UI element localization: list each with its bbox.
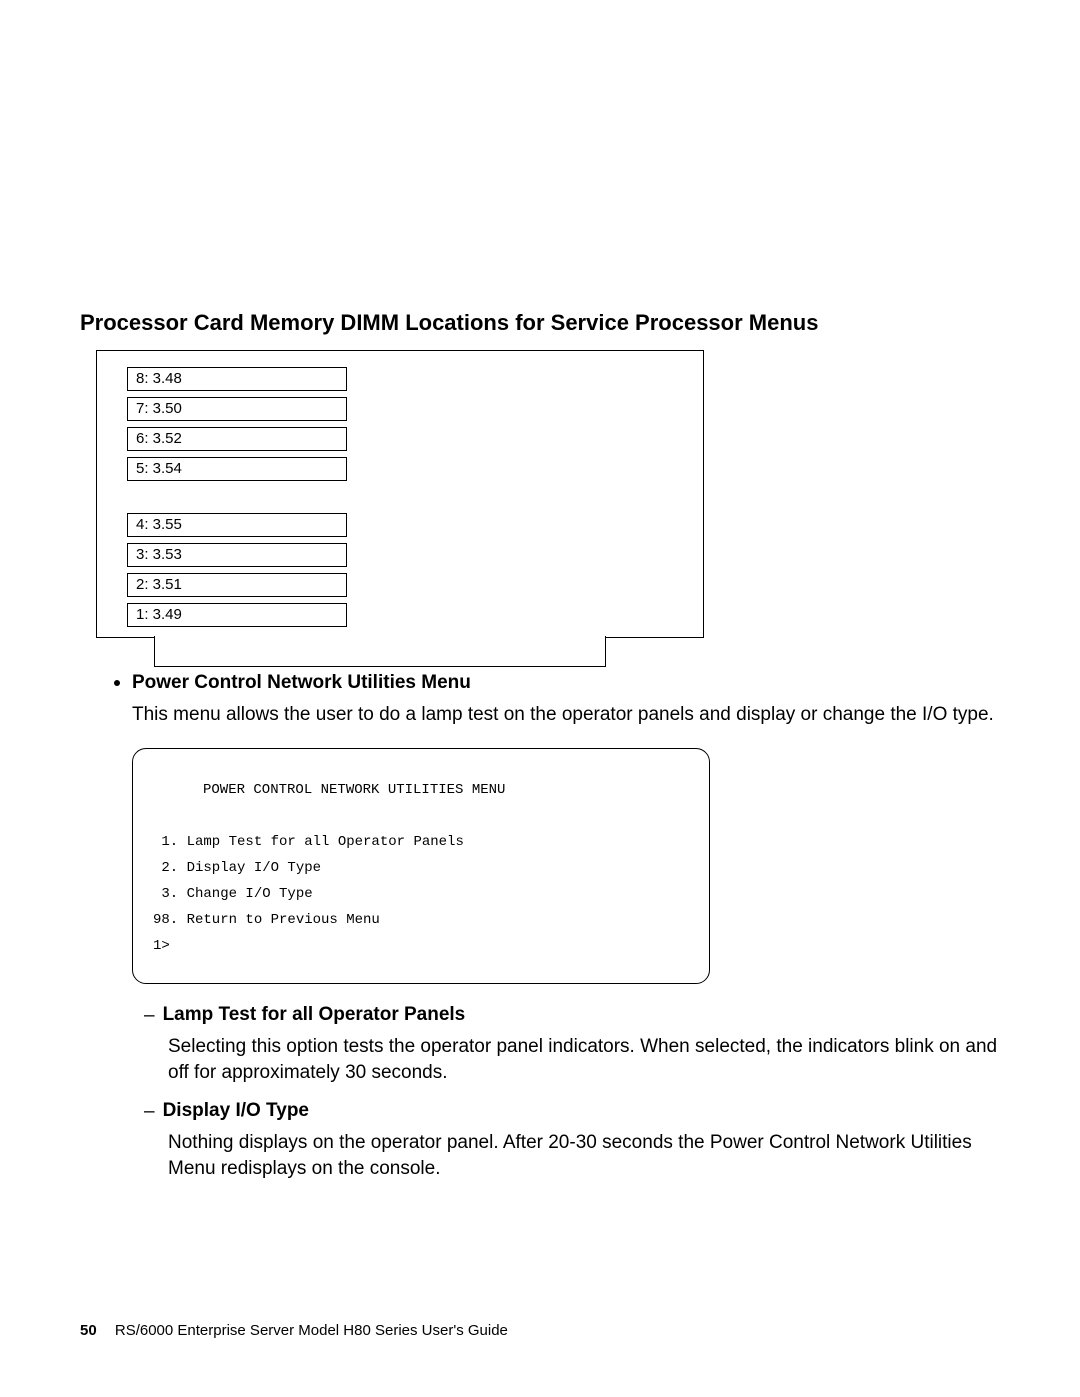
dimm-slot: 8: 3.48 [127,367,347,391]
footer-title: RS/6000 Enterprise Server Model H80 Seri… [115,1322,508,1339]
sub2-title: Display I/O Type [163,1100,309,1122]
sub2-body: Nothing displays on the operator panel. … [168,1130,1000,1182]
terminal-title: POWER CONTROL NETWORK UTILITIES MENU [153,777,689,803]
dash-icon: – [144,1004,155,1028]
page-footer: 50 RS/6000 Enterprise Server Model H80 S… [80,1322,508,1339]
terminal-line: 3. Change I/O Type [153,886,313,902]
bullet-icon [114,680,120,686]
dimm-diagram: 8: 3.48 7: 3.50 6: 3.52 5: 3.54 4: 3.55 … [80,350,702,638]
terminal-block: POWER CONTROL NETWORK UTILITIES MENU 1. … [132,748,710,984]
terminal-line: 2. Display I/O Type [153,860,321,876]
terminal-prompt: 1> [153,938,170,954]
sub1-title: Lamp Test for all Operator Panels [163,1004,466,1026]
terminal-line: 1. Lamp Test for all Operator Panels [153,834,464,850]
dimm-slot: 6: 3.52 [127,427,347,451]
connector-edge [154,636,606,667]
dimm-slot: 4: 3.55 [127,513,347,537]
dimm-slot: 5: 3.54 [127,457,347,481]
pcn-intro-text: This menu allows the user to do a lamp t… [132,702,1000,728]
sub1-body: Selecting this option tests the operator… [168,1034,1000,1086]
dimm-slot: 1: 3.49 [127,603,347,627]
dimm-slot: 3: 3.53 [127,543,347,567]
pcn-menu-title: Power Control Network Utilities Menu [132,672,471,694]
page-number: 50 [80,1322,97,1339]
section-heading: Processor Card Memory DIMM Locations for… [80,310,1000,336]
dimm-slot: 2: 3.51 [127,573,347,597]
terminal-line: 98. Return to Previous Menu [153,912,380,928]
dash-icon: – [144,1100,155,1124]
dimm-slot: 7: 3.50 [127,397,347,421]
